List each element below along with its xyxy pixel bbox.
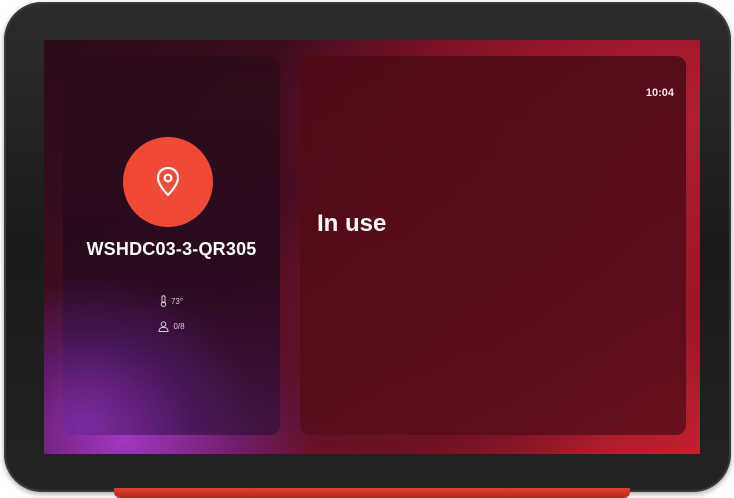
location-pin-icon [156, 166, 180, 197]
room-info-panel: WSHDC03-3-QR305 73° 0/8 [63, 56, 280, 435]
status-panel: 10:04 [300, 56, 686, 435]
clock: 10:04 [645, 87, 674, 99]
occupancy-row: 0/8 [63, 321, 280, 332]
occupancy-value: 0/8 [173, 322, 185, 331]
touch-screen: WSHDC03-3-QR305 73° 0/8 10:04 [44, 40, 700, 454]
thermometer-icon [160, 295, 167, 307]
temperature-row: 73° [63, 295, 280, 307]
device-stand [114, 488, 630, 498]
person-icon [158, 321, 169, 332]
room-name: WSHDC03-3-QR305 [86, 239, 257, 259]
location-badge [123, 137, 213, 227]
room-status-label: In use [317, 210, 387, 237]
temperature-value: 73° [170, 296, 184, 306]
